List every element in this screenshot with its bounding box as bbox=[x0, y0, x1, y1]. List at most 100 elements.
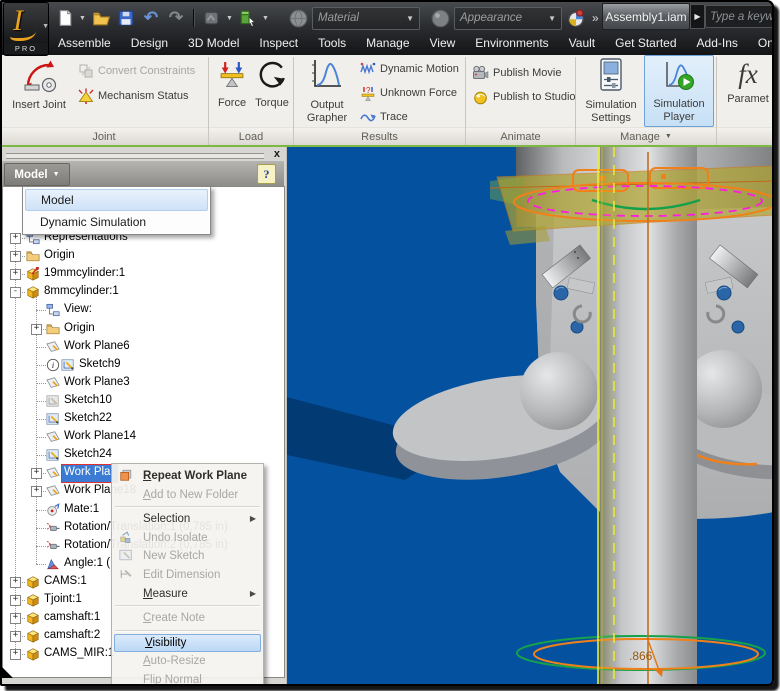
expand-toggle[interactable]: + bbox=[10, 251, 21, 263]
browser-close-button[interactable]: x bbox=[274, 147, 280, 161]
collapse-toggle[interactable]: - bbox=[10, 287, 21, 299]
ribbon-tab-inspect[interactable]: Inspect bbox=[249, 33, 308, 53]
menu-item-add-to-new-folder[interactable]: Add to New Folder bbox=[113, 486, 262, 505]
redo-button[interactable]: ↷ bbox=[165, 7, 187, 29]
load-panel-caption[interactable]: Load bbox=[209, 127, 293, 145]
unknown-force-button[interactable]: ? Unknown Force bbox=[360, 85, 457, 101]
expand-toggle[interactable]: + bbox=[10, 233, 21, 244]
expand-toggle[interactable]: + bbox=[31, 323, 42, 335]
expand-toggle[interactable]: + bbox=[10, 595, 21, 606]
tree-item-sketch9[interactable]: i Sketch9 bbox=[3, 356, 284, 374]
ribbon-tab-environments[interactable]: Environments bbox=[465, 33, 558, 53]
insert-joint-button[interactable]: Insert Joint bbox=[8, 57, 70, 112]
toolbar-expand-chevrons[interactable]: » bbox=[592, 11, 599, 25]
dynamic-motion-label: Dynamic Motion bbox=[380, 63, 459, 75]
ribbon-tab-assemble[interactable]: Assemble bbox=[48, 33, 121, 53]
menu-item-edit-dimension[interactable]: Edit Dimension bbox=[113, 566, 262, 585]
undo-button[interactable]: ↶ bbox=[140, 7, 162, 29]
simulation-player-button[interactable]: Simulation Player bbox=[644, 55, 714, 127]
dynamic-motion-button[interactable]: Dynamic Motion bbox=[360, 61, 459, 77]
trace-button[interactable]: Trace bbox=[360, 109, 408, 125]
expand-toggle[interactable]: + bbox=[31, 486, 42, 498]
ribbon-tab-add-ins[interactable]: Add-Ins bbox=[687, 33, 748, 53]
menu-item-create-note[interactable]: Create Note bbox=[113, 609, 262, 628]
animate-panel-caption[interactable]: Animate bbox=[466, 127, 575, 145]
publish-to-studio-button[interactable]: Publish to Studio bbox=[472, 89, 576, 105]
logo-pro-label: PRO bbox=[4, 43, 48, 54]
tree-item-work-plane3[interactable]: Work Plane3 bbox=[3, 374, 284, 392]
search-input[interactable]: Type a keyword bbox=[705, 5, 774, 28]
joint-panel-caption[interactable]: Joint bbox=[0, 127, 208, 145]
force-button[interactable]: Force bbox=[213, 59, 251, 110]
simulation-settings-button[interactable]: Simulation Settings bbox=[580, 57, 642, 125]
menu-item-auto-resize[interactable]: Auto-Resize bbox=[113, 652, 262, 671]
application-menu-button[interactable]: I PRO ▼ bbox=[3, 2, 49, 56]
appearance-combobox[interactable]: Appearance ▼ bbox=[454, 6, 562, 30]
menu-item-visibility[interactable]: Visibility bbox=[114, 633, 261, 653]
browser-drag-grip[interactable] bbox=[6, 153, 264, 159]
parameters-button[interactable]: fx Paramet bbox=[722, 57, 774, 106]
expand-toggle[interactable]: + bbox=[10, 613, 21, 625]
tree-item-origin[interactable]: + Origin bbox=[3, 247, 284, 265]
rep-icon bbox=[46, 303, 60, 317]
browser-mode-button[interactable]: Model ▼ bbox=[4, 163, 70, 186]
tree-item-origin[interactable]: + Origin bbox=[3, 320, 284, 338]
menu-item-new-sketch[interactable]: New Sketch bbox=[113, 547, 262, 566]
ribbon-tab-tools[interactable]: Tools bbox=[308, 33, 356, 53]
ribbon-tab-get-started[interactable]: Get Started bbox=[605, 33, 686, 53]
mode-dropdown-item-dynamic-simulation[interactable]: Dynamic Simulation bbox=[25, 212, 208, 232]
tree-item-label: Sketch22 bbox=[64, 412, 112, 424]
save-button[interactable] bbox=[115, 7, 137, 29]
expand-toggle[interactable]: + bbox=[10, 576, 21, 588]
document-tab[interactable]: Assembly1.iam bbox=[602, 3, 690, 30]
tree-item-work-plane14[interactable]: Work Plane14 bbox=[3, 428, 284, 446]
open-button[interactable] bbox=[90, 7, 112, 29]
document-tab-arrow-button[interactable]: ▶ bbox=[690, 4, 705, 29]
tree-item-sketch24[interactable]: Sketch24 bbox=[3, 446, 284, 464]
tree-item-19mmcylinder-1[interactable]: +19mmcylinder:1 bbox=[3, 265, 284, 283]
component-select-button[interactable] bbox=[237, 7, 259, 29]
component-select-caret-icon[interactable]: ▼ bbox=[262, 15, 270, 22]
browser-help-button[interactable]: ? bbox=[257, 164, 276, 184]
torque-button[interactable]: Torque bbox=[252, 59, 292, 110]
output-grapher-button[interactable]: Output Grapher bbox=[298, 57, 356, 125]
expand-toggle[interactable]: + bbox=[10, 649, 21, 661]
left-ball[interactable] bbox=[520, 352, 598, 430]
manage-panel-caption[interactable]: Manage ▼ bbox=[576, 127, 716, 145]
ribbon-tab-on[interactable]: On bbox=[748, 33, 774, 53]
new-file-button[interactable] bbox=[54, 7, 76, 29]
tree-item-8mmcylinder-1[interactable]: - 8mmcylinder:1 bbox=[3, 283, 284, 301]
menu-separator bbox=[115, 629, 260, 632]
ribbon-tab-vault[interactable]: Vault bbox=[559, 33, 605, 53]
mechanism-status-button[interactable]: Mechanism Status bbox=[78, 88, 188, 104]
ribbon-tab-3d-model[interactable]: 3D Model bbox=[178, 33, 249, 53]
ribbon-tab-view[interactable]: View bbox=[420, 33, 466, 53]
tree-item-work-plane6[interactable]: Work Plane6 bbox=[3, 338, 284, 356]
browser-resize-grip[interactable] bbox=[2, 667, 13, 678]
menu-item-measure[interactable]: Measure ▶ bbox=[113, 585, 262, 604]
viewport-3d[interactable]: .866 bbox=[287, 147, 774, 684]
expand-toggle[interactable]: + bbox=[10, 269, 21, 281]
ribbon-tab-manage[interactable]: Manage bbox=[356, 33, 419, 53]
tree-item-label: Sketch9 bbox=[79, 357, 121, 370]
tree-item-sketch10[interactable]: Sketch10 bbox=[3, 392, 284, 410]
color-wheel-button[interactable] bbox=[565, 7, 587, 29]
mode-dropdown-item-model[interactable]: Model bbox=[25, 189, 208, 211]
update-button[interactable] bbox=[201, 7, 223, 29]
tree-item-sketch22[interactable]: Sketch22 bbox=[3, 410, 284, 428]
menu-item-flip-normal[interactable]: Flip Normal bbox=[113, 671, 262, 686]
ribbon-tab-design[interactable]: Design bbox=[121, 33, 178, 53]
publish-movie-button[interactable]: Publish Movie bbox=[472, 65, 561, 81]
menu-item-undo-isolate[interactable]: Undo Isolate bbox=[113, 529, 262, 548]
new-file-caret-icon[interactable]: ▼ bbox=[79, 15, 87, 22]
tree-item-view[interactable]: View: bbox=[3, 301, 284, 319]
expand-toggle[interactable]: + bbox=[10, 631, 21, 643]
tree-item-label: Work Plane3 bbox=[64, 375, 130, 388]
menu-item-repeat-work-plane[interactable]: Repeat Work Plane bbox=[113, 467, 262, 486]
convert-constraints-button[interactable]: Convert Constraints bbox=[78, 63, 195, 79]
material-combobox[interactable]: Material ▼ bbox=[312, 6, 420, 30]
menu-item-selection[interactable]: Selection ▶ bbox=[113, 510, 262, 529]
results-panel-caption[interactable]: Results bbox=[294, 127, 465, 145]
expand-toggle[interactable]: + bbox=[31, 468, 42, 480]
update-caret-icon[interactable]: ▼ bbox=[226, 15, 234, 22]
